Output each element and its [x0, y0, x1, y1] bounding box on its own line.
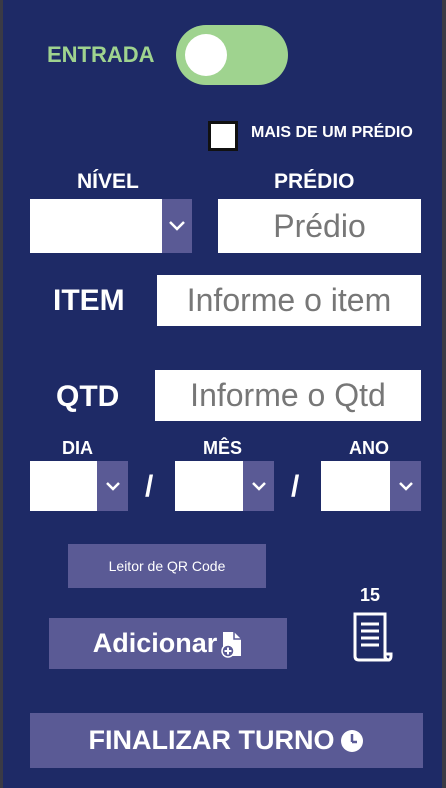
left-edge: [0, 0, 3, 788]
day-select[interactable]: [30, 461, 128, 511]
add-button-label: Adicionar: [92, 628, 218, 658]
entrada-toggle[interactable]: [176, 25, 288, 85]
item-label: ITEM: [53, 284, 125, 317]
qtd-input[interactable]: Informe o Qtd: [155, 370, 421, 421]
chevron-down-icon: [398, 482, 413, 491]
predio-input[interactable]: Prédio: [218, 199, 421, 253]
multi-building-label: MAIS DE UM PRÉDIO: [251, 124, 413, 141]
day-dropdown-button[interactable]: [97, 461, 128, 511]
predio-label: PRÉDIO: [274, 170, 355, 193]
item-input[interactable]: Informe o item: [157, 275, 421, 326]
year-select[interactable]: [321, 461, 421, 511]
file-plus-icon: [221, 631, 242, 658]
add-button[interactable]: Adicionar: [49, 618, 287, 669]
dia-label: DIA: [62, 438, 93, 458]
entrada-label: ENTRADA: [47, 42, 155, 67]
qtd-label: QTD: [56, 380, 120, 413]
nivel-dropdown-button[interactable]: [162, 199, 192, 253]
clock-icon: [341, 729, 364, 752]
year-dropdown-button[interactable]: [390, 461, 421, 511]
chevron-down-icon: [251, 482, 266, 491]
date-separator: /: [145, 470, 154, 503]
mes-label: MÊS: [203, 438, 243, 458]
ano-label: ANO: [349, 438, 389, 458]
finish-shift-label: FINALIZAR TURNO: [88, 725, 335, 755]
qr-code-reader-label: Leitor de QR Code: [108, 558, 226, 574]
nivel-label: NÍVEL: [77, 170, 139, 193]
item-count: 15: [360, 585, 381, 605]
qr-code-reader-button[interactable]: Leitor de QR Code: [68, 544, 266, 588]
chevron-down-icon: [169, 221, 185, 231]
toggle-knob: [185, 34, 227, 76]
month-select[interactable]: [175, 461, 274, 511]
date-separator: /: [291, 470, 300, 503]
nivel-select[interactable]: [30, 199, 192, 253]
month-dropdown-button[interactable]: [243, 461, 274, 511]
receipt-icon[interactable]: [349, 610, 393, 664]
finish-shift-button[interactable]: FINALIZAR TURNO: [30, 713, 423, 768]
right-edge: [442, 0, 446, 788]
multi-building-checkbox[interactable]: [208, 121, 238, 151]
chevron-down-icon: [105, 482, 120, 491]
